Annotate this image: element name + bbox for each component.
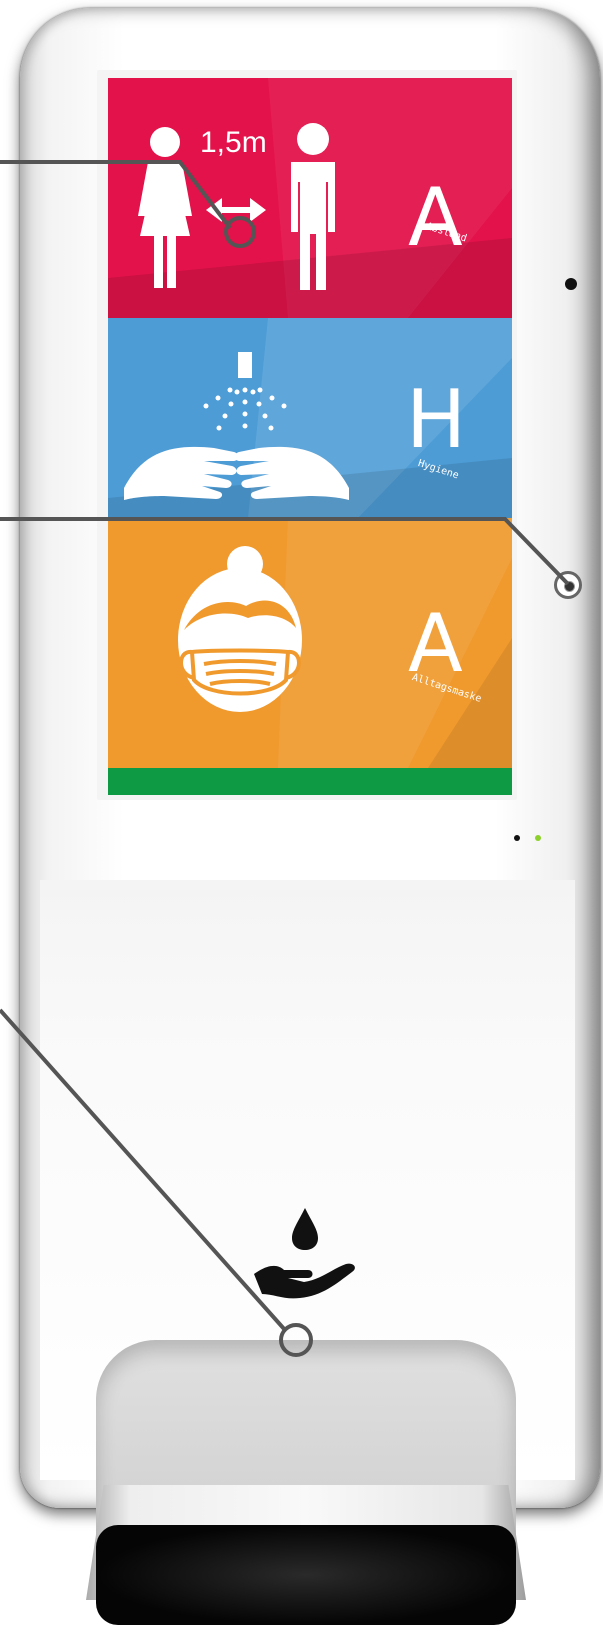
- callout-lines: [0, 160, 570, 1357]
- dispenser-kiosk: 1,5m A Abstand H Hygiene A Alltagsmaske: [0, 0, 603, 1636]
